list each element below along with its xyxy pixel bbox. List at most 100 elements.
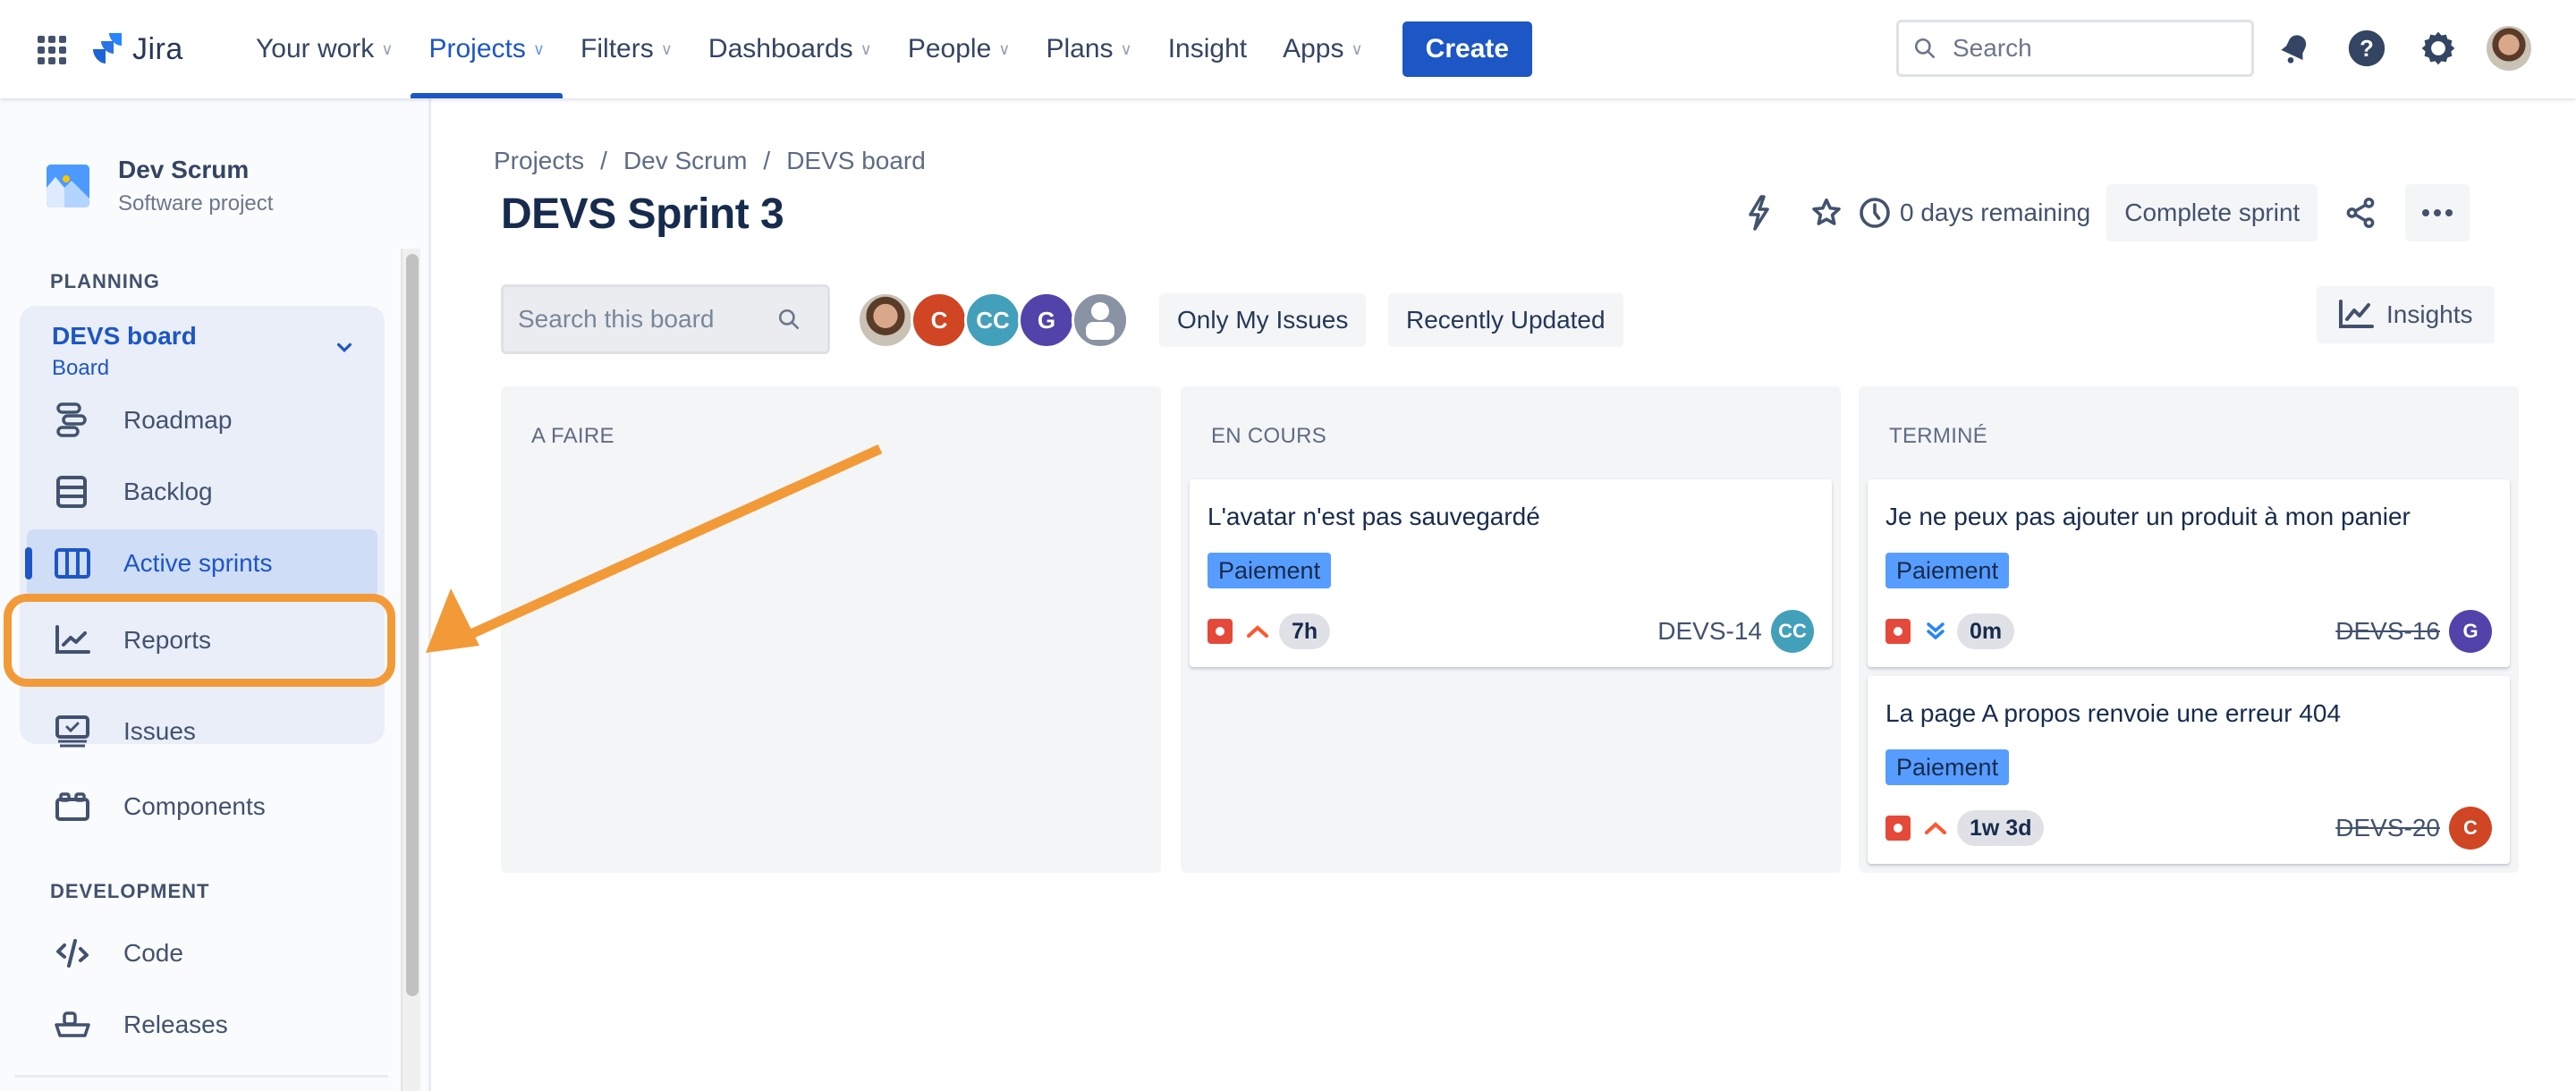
- estimate-badge: 7h: [1279, 613, 1331, 649]
- issue-label: Paiement: [1885, 749, 2010, 785]
- board-search-input[interactable]: [518, 305, 777, 334]
- sidebar-item-code[interactable]: Code: [27, 919, 377, 987]
- days-remaining-text: 0 days remaining: [1900, 199, 2091, 226]
- avatar-filter-cc[interactable]: CC: [964, 292, 1021, 349]
- sidebar-item-label: Reports: [123, 626, 212, 654]
- nav-plans[interactable]: Plans ∨: [1028, 0, 1149, 98]
- project-avatar-icon: [47, 165, 89, 207]
- breadcrumb-project[interactable]: Dev Scrum: [623, 147, 747, 175]
- column-title: A FAIRE: [531, 424, 614, 448]
- breadcrumb-board[interactable]: DEVS board: [786, 147, 926, 175]
- nav-label: Filters: [580, 34, 654, 63]
- issue-card[interactable]: La page A propos renvoie une erreur 404 …: [1868, 676, 2510, 864]
- insights-chart-icon: [2339, 300, 2374, 328]
- issue-card[interactable]: Je ne peux pas ajouter un produit à mon …: [1868, 479, 2510, 667]
- scrollbar-thumb[interactable]: [406, 254, 419, 996]
- sidebar-item-components[interactable]: Components: [27, 773, 377, 841]
- nav-people[interactable]: People ∨: [890, 0, 1029, 98]
- nav-label: Apps: [1283, 34, 1344, 63]
- avatar-filter-c[interactable]: C: [911, 292, 968, 349]
- only-my-issues-filter[interactable]: Only My Issues: [1159, 293, 1367, 347]
- issue-key[interactable]: DEVS-20: [2335, 814, 2440, 842]
- clock-icon: [1860, 198, 1890, 228]
- primary-nav: Your work ∨ Projects ∨ Filters ∨ Dashboards…: [238, 0, 1533, 98]
- nav-dashboards[interactable]: Dashboards ∨: [691, 0, 890, 98]
- avatar-filter-unassigned[interactable]: [1072, 292, 1129, 349]
- sidebar-item-releases[interactable]: Releases: [27, 991, 377, 1059]
- board-name: DEVS board: [52, 322, 197, 350]
- sidebar-item-label: Code: [123, 939, 183, 967]
- breadcrumb-projects[interactable]: Projects: [494, 147, 584, 175]
- priority-high-icon: [1921, 816, 1950, 841]
- nav-projects[interactable]: Projects ∨: [411, 0, 563, 98]
- nav-your-work[interactable]: Your work ∨: [238, 0, 411, 98]
- nav-label: People: [907, 34, 992, 63]
- assignee-avatar[interactable]: CC: [1771, 610, 1814, 653]
- board-type: Board: [52, 356, 110, 380]
- settings-icon[interactable]: [2415, 25, 2462, 72]
- sidebar-item-roadmap[interactable]: Roadmap: [27, 386, 377, 454]
- sidebar-item-label: Releases: [123, 1011, 228, 1038]
- breadcrumb: Projects / Dev Scrum / DEVS board: [494, 147, 926, 175]
- issue-key[interactable]: DEVS-14: [1657, 617, 1762, 646]
- app-name: Jira: [132, 31, 183, 66]
- insights-button[interactable]: Insights: [2317, 286, 2495, 343]
- project-header[interactable]: Dev Scrum Software project: [47, 156, 273, 216]
- automation-lightning-icon[interactable]: [1733, 184, 1784, 241]
- development-section-label: DEVELOPMENT: [50, 880, 210, 902]
- chevron-down-icon: ∨: [998, 39, 1011, 58]
- global-search-input[interactable]: [1953, 34, 2239, 63]
- priority-high-icon: [1243, 619, 1272, 644]
- share-icon[interactable]: [2335, 184, 2385, 241]
- bug-type-icon: [1208, 619, 1233, 644]
- sidebar-item-label: Issues: [123, 717, 196, 745]
- global-search[interactable]: [1896, 20, 2254, 77]
- chevron-down-icon: ∨: [532, 39, 546, 58]
- backlog-icon: [54, 473, 91, 511]
- issue-card[interactable]: L'avatar n'est pas sauvegardé Paiement 7…: [1190, 479, 1832, 667]
- issue-title: L'avatar n'est pas sauvegardé: [1208, 503, 1540, 530]
- issue-title: La page A propos renvoie une erreur 404: [1885, 699, 2342, 727]
- sidebar-item-issues[interactable]: Issues: [27, 698, 377, 765]
- help-icon[interactable]: ?: [2343, 25, 2390, 72]
- avatar-filter-photo[interactable]: [857, 292, 914, 349]
- nav-label: Your work: [256, 34, 375, 63]
- notifications-icon[interactable]: [2272, 25, 2318, 72]
- sidebar-item-reports[interactable]: Reports: [27, 606, 377, 674]
- nav-insight[interactable]: Insight: [1150, 0, 1265, 98]
- assignee-avatar[interactable]: C: [2449, 807, 2492, 850]
- project-name: Dev Scrum: [118, 156, 250, 183]
- profile-avatar[interactable]: [2487, 26, 2531, 71]
- sidebar-item-backlog[interactable]: Backlog: [27, 458, 377, 526]
- avatar-initials: C: [930, 306, 948, 334]
- components-icon: [54, 788, 91, 825]
- breadcrumb-separator: /: [763, 147, 771, 174]
- assignee-avatar[interactable]: G: [2449, 610, 2492, 653]
- more-actions-button[interactable]: [2405, 184, 2470, 241]
- nav-filters[interactable]: Filters ∨: [563, 0, 691, 98]
- complete-sprint-button[interactable]: Complete sprint: [2106, 184, 2318, 241]
- create-button[interactable]: Create: [1402, 21, 1533, 77]
- sidebar-item-label: Roadmap: [123, 406, 233, 434]
- board-search[interactable]: [501, 284, 830, 354]
- reports-chart-icon: [54, 622, 91, 659]
- issue-key[interactable]: DEVS-16: [2335, 617, 2440, 646]
- sidebar-scrollbar[interactable]: [401, 249, 420, 1091]
- jira-logo-icon: [93, 33, 122, 63]
- sidebar-item-active-sprints[interactable]: Active sprints: [25, 529, 377, 597]
- issue-label: Paiement: [1885, 553, 2010, 588]
- code-icon: [54, 935, 91, 972]
- insights-label: Insights: [2386, 300, 2473, 328]
- avatar-filter-g[interactable]: G: [1018, 292, 1075, 349]
- project-type: Software project: [118, 191, 274, 216]
- jira-logo[interactable]: Jira: [91, 27, 183, 72]
- recently-updated-filter[interactable]: Recently Updated: [1388, 293, 1623, 347]
- nav-apps[interactable]: Apps ∨: [1265, 0, 1381, 98]
- column-title: TERMINÉ: [1889, 424, 1988, 448]
- star-icon[interactable]: [1801, 184, 1852, 241]
- issue-label: Paiement: [1208, 553, 1332, 588]
- sidebar-divider: [14, 1075, 388, 1078]
- app-switcher-icon[interactable]: [38, 36, 66, 64]
- nav-label: Projects: [428, 34, 526, 63]
- nav-label: Plans: [1046, 34, 1114, 63]
